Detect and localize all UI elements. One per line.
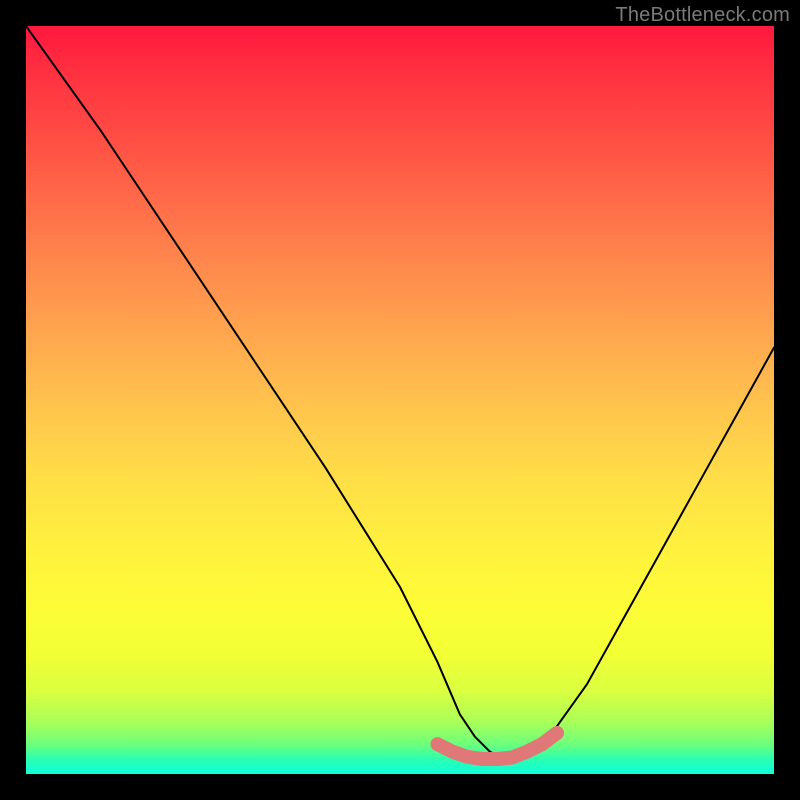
highlight-band (437, 733, 557, 759)
watermark-text: TheBottleneck.com (615, 4, 790, 27)
chart-container: TheBottleneck.com (0, 0, 800, 800)
plot-svg (26, 26, 774, 774)
bottleneck-curve (26, 26, 774, 759)
plot-area (26, 26, 774, 774)
